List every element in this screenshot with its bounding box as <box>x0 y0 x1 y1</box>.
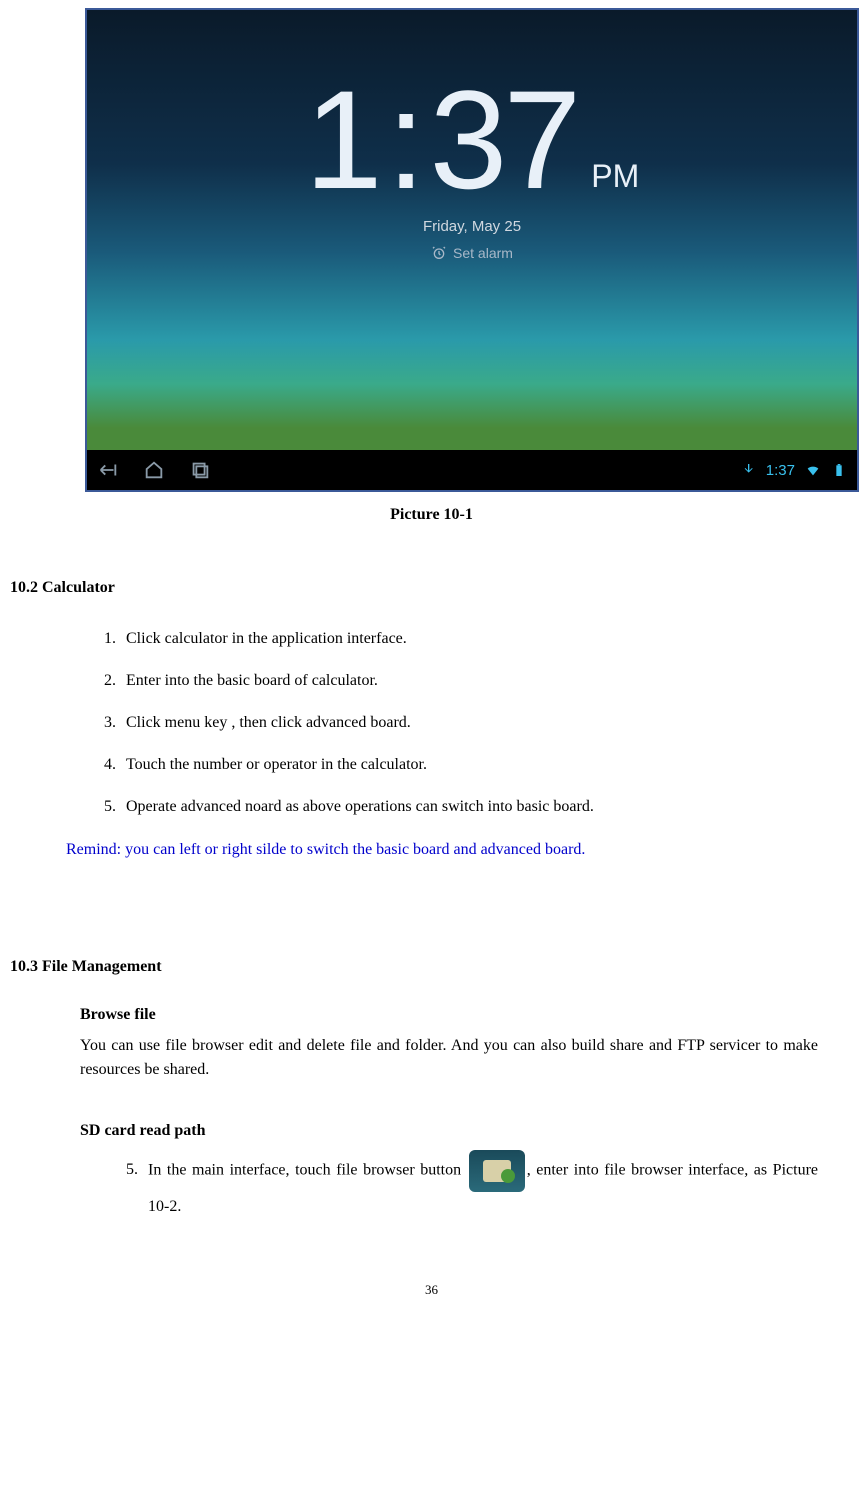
list-item: Click calculator in the application inte… <box>120 627 853 651</box>
calculator-steps-list: Click calculator in the application inte… <box>80 627 853 819</box>
tablet-screenshot: 1 : 37 PM Friday, May 25 Set alarm <box>85 8 859 492</box>
clock-widget: 1 : 37 PM Friday, May 25 Set alarm <box>87 70 857 261</box>
remind-note: Remind: you can left or right silde to s… <box>66 837 853 863</box>
back-icon[interactable] <box>97 459 119 481</box>
sd-step-text-a: In the main interface, touch file browse… <box>148 1161 467 1178</box>
browse-file-heading: Browse file <box>80 1006 853 1024</box>
list-item: Touch the number or operator in the calc… <box>120 753 853 777</box>
sd-card-steps-list: In the main interface, touch file browse… <box>110 1150 853 1222</box>
list-item: Enter into the basic board of calculator… <box>120 669 853 693</box>
figure-caption: Picture 10-1 <box>10 506 853 524</box>
section-10-3-heading: 10.3 File Management <box>10 958 853 976</box>
browse-file-body: You can use file browser edit and delete… <box>80 1034 818 1082</box>
recent-apps-icon[interactable] <box>189 459 211 481</box>
android-nav-bar: 1:37 <box>87 450 857 490</box>
list-item: In the main interface, touch file browse… <box>142 1150 818 1222</box>
tablet-screen: 1 : 37 PM Friday, May 25 Set alarm <box>87 10 857 450</box>
list-item: Operate advanced noard as above operatio… <box>120 795 853 819</box>
file-browser-icon <box>469 1150 525 1192</box>
section-10-2-heading: 10.2 Calculator <box>10 579 853 597</box>
clock-time: 1 : 37 PM <box>305 70 640 210</box>
home-icon[interactable] <box>143 459 165 481</box>
alarm-clock-icon <box>431 245 447 261</box>
list-item: Click menu key , then click advanced boa… <box>120 711 853 735</box>
set-alarm-label: Set alarm <box>453 245 513 261</box>
clock-minute: 37 <box>430 70 578 210</box>
wifi-icon <box>805 462 821 478</box>
page-number: 36 <box>10 1282 853 1298</box>
download-icon <box>740 462 756 478</box>
set-alarm-button[interactable]: Set alarm <box>87 245 857 261</box>
clock-ampm: PM <box>591 160 639 192</box>
status-time: 1:37 <box>766 462 795 479</box>
sd-card-heading: SD card read path <box>80 1122 853 1140</box>
clock-colon: : <box>387 70 422 210</box>
nav-left <box>97 459 211 481</box>
clock-date: Friday, May 25 <box>87 218 857 235</box>
clock-hour: 1 <box>305 70 379 210</box>
battery-icon <box>831 462 847 478</box>
nav-right: 1:37 <box>740 462 847 479</box>
